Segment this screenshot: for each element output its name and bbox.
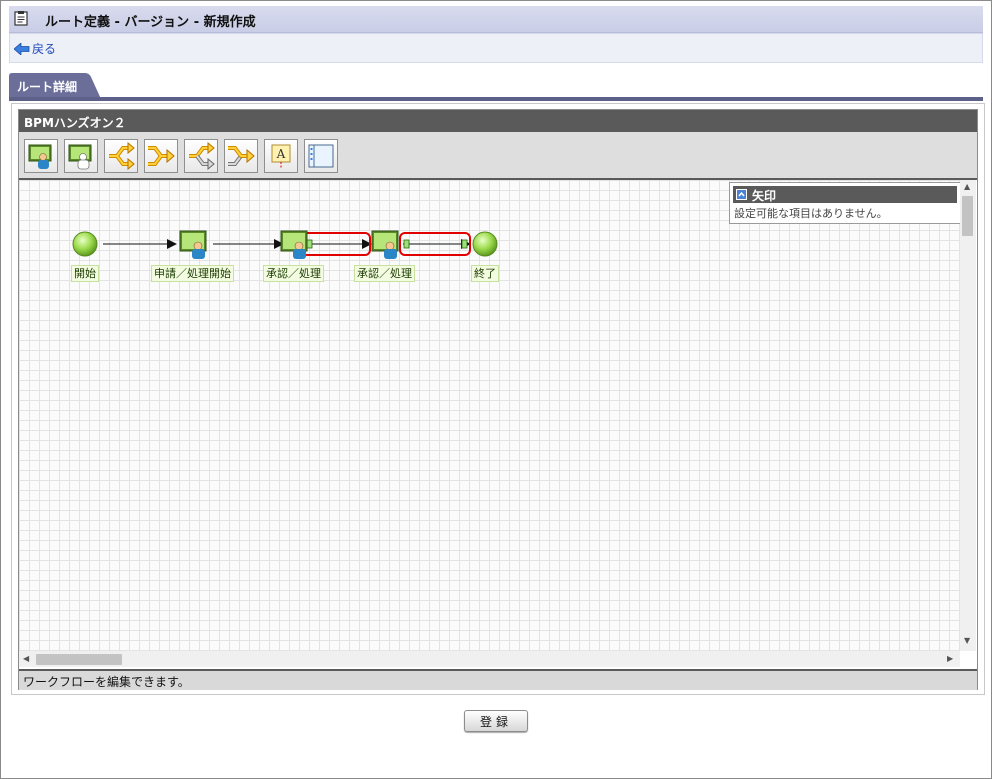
properties-title: 矢印 xyxy=(752,189,777,203)
user-node-tool-button[interactable] xyxy=(24,139,58,173)
join-gray-tool-icon xyxy=(228,146,255,166)
back-link[interactable]: 戻る xyxy=(14,40,56,57)
workflow-canvas[interactable]: 開始 申請／処理開始 承認／処理 承認／処理 終了 xyxy=(19,180,960,651)
user-node-tool-icon xyxy=(28,144,52,169)
properties-header: 矢印 xyxy=(733,186,957,203)
scroll-down-icon[interactable]: ▼ xyxy=(964,636,970,645)
text-annotation-icon: A xyxy=(271,144,291,169)
vertical-scrollbar[interactable]: ▲ ▼ xyxy=(960,180,976,651)
editor-status-bar: ワークフローを編集できます。 xyxy=(19,669,977,690)
end-node-label[interactable]: 終了 xyxy=(471,265,499,282)
apply-node-icon[interactable] xyxy=(179,230,207,259)
properties-message: 設定可能な項目はありません。 xyxy=(734,207,888,220)
join-tool-button[interactable] xyxy=(144,139,178,173)
tab-label: ルート詳細 xyxy=(17,80,78,94)
join-tool-icon xyxy=(148,146,175,166)
end-node-icon[interactable] xyxy=(472,231,498,257)
register-button[interactable]: 登録 xyxy=(464,710,528,732)
join-gray-tool-button[interactable] xyxy=(224,139,258,173)
branch-tool-button[interactable] xyxy=(104,139,138,173)
user-node-alt-tool-icon xyxy=(68,144,92,170)
tab-underline xyxy=(9,97,983,101)
page-title: ルート定義 - バージョン - 新規作成 xyxy=(45,15,256,30)
approve2-node-label[interactable]: 承認／処理 xyxy=(354,265,415,282)
branch-gray-tool-button[interactable] xyxy=(184,139,218,173)
edge-handle[interactable] xyxy=(461,239,468,249)
apply-node-label[interactable]: 申請／処理開始 xyxy=(151,265,234,282)
status-text: ワークフローを編集できます。 xyxy=(23,675,190,689)
horizontal-scrollbar[interactable]: ◀ ▶ xyxy=(19,651,960,667)
collapse-icon[interactable] xyxy=(736,189,747,200)
form-tool-button[interactable] xyxy=(304,139,338,173)
page-header: ルート定義 - バージョン - 新規作成 xyxy=(9,6,983,33)
workflow-name: BPMハンズオン２ xyxy=(24,116,126,130)
scroll-up-icon[interactable]: ▲ xyxy=(964,182,970,191)
vertical-scroll-thumb[interactable] xyxy=(962,196,973,236)
scroll-right-icon[interactable]: ▶ xyxy=(947,654,953,663)
form-tool-icon xyxy=(308,144,334,168)
route-detail-panel: BPMハンズオン２ A 開始 申請／処理開始 承認／処理 承認／処理 終了 矢印… xyxy=(11,103,985,695)
branch-tool-icon xyxy=(109,142,135,170)
approve2-node-icon[interactable] xyxy=(371,230,399,259)
approve1-node-icon[interactable] xyxy=(280,230,308,259)
workflow-editor: BPMハンズオン２ A 開始 申請／処理開始 承認／処理 承認／処理 終了 矢印… xyxy=(18,109,978,690)
user-node-alt-tool-button[interactable] xyxy=(64,139,98,173)
editor-toolbar: A xyxy=(19,132,977,180)
scroll-left-icon[interactable]: ◀ xyxy=(23,654,29,663)
document-icon xyxy=(14,11,28,26)
start-node-label[interactable]: 開始 xyxy=(71,265,99,282)
start-node-icon[interactable] xyxy=(72,231,98,257)
edge-handle[interactable] xyxy=(403,239,410,249)
back-arrow-icon xyxy=(14,42,30,55)
edge-handle[interactable] xyxy=(306,239,313,249)
horizontal-scroll-thumb[interactable] xyxy=(36,654,122,665)
back-label: 戻る xyxy=(32,42,57,56)
text-annotation-tool-button[interactable]: A xyxy=(264,139,298,173)
branch-gray-tool-icon xyxy=(189,142,215,170)
svg-text:A: A xyxy=(276,147,286,161)
editor-header: BPMハンズオン２ xyxy=(19,110,977,132)
properties-panel: 矢印 設定可能な項目はありません。 xyxy=(729,182,961,224)
approve1-node-label[interactable]: 承認／処理 xyxy=(263,265,324,282)
navigation-bar: 戻る xyxy=(9,33,983,63)
workflow-diagram xyxy=(72,230,498,259)
window-frame: ルート定義 - バージョン - 新規作成 戻る ルート詳細 BPMハンズオン２ xyxy=(0,0,992,779)
